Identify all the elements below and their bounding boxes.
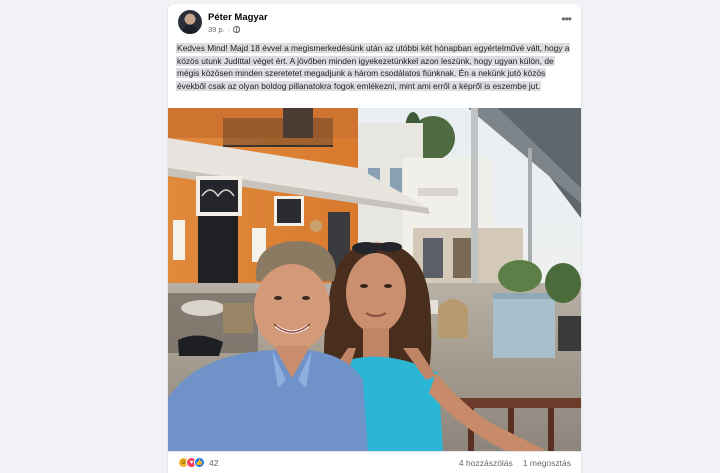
post-text-content: Kedves Mind! Majd 18 évvel a megismerked… [176, 43, 571, 91]
post-footer: ☺ ♥ 👍 42 4 hozzászólás 1 megosztás [168, 451, 581, 473]
author-name[interactable]: Péter Magyar [208, 12, 268, 23]
post-photo[interactable] [168, 108, 581, 451]
post-header: Péter Magyar 39 p. · ••• [168, 4, 581, 40]
post-text: Kedves Mind! Majd 18 évvel a megismerked… [176, 42, 572, 92]
photo-illustration [168, 108, 581, 451]
like-icon: 👍 [194, 457, 205, 468]
post-meta: 39 p. · [208, 25, 241, 34]
reaction-count[interactable]: 42 [209, 458, 218, 468]
post-stats: 4 hozzászólás 1 megosztás [459, 458, 571, 468]
comments-count[interactable]: 4 hozzászólás [459, 458, 513, 468]
post-time[interactable]: 39 p. [208, 25, 225, 34]
post-card: Péter Magyar 39 p. · ••• Kedves Mind! Ma… [168, 4, 581, 473]
shares-count[interactable]: 1 megosztás [523, 458, 571, 468]
reactions[interactable]: ☺ ♥ 👍 42 [178, 457, 218, 468]
avatar[interactable] [178, 10, 202, 34]
more-icon[interactable]: ••• [561, 12, 572, 26]
globe-icon [233, 26, 241, 33]
